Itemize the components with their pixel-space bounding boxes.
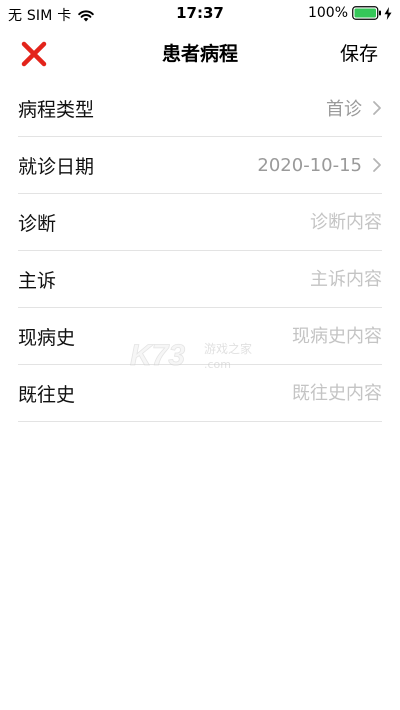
row-diagnosis: 诊断 bbox=[18, 194, 382, 251]
row-label: 既往史 bbox=[18, 383, 76, 406]
chevron-right-icon bbox=[373, 158, 381, 172]
save-button[interactable]: 保存 bbox=[340, 39, 378, 66]
row-present-illness: 现病史 bbox=[18, 308, 382, 365]
row-course-type[interactable]: 病程类型 首诊 bbox=[18, 80, 382, 137]
row-label: 诊断 bbox=[18, 212, 57, 235]
row-label: 就诊日期 bbox=[18, 155, 95, 178]
row-visit-date[interactable]: 就诊日期 2020-10-15 bbox=[18, 137, 382, 194]
status-bar: 无 SIM 卡 17:37 100% bbox=[0, 0, 400, 26]
status-right: 100% bbox=[308, 5, 392, 21]
present-illness-input[interactable] bbox=[202, 325, 382, 347]
battery-icon bbox=[352, 6, 381, 20]
row-chief-complaint: 主诉 bbox=[18, 251, 382, 308]
row-label: 病程类型 bbox=[18, 98, 95, 121]
nav-bar: 患者病程 保存 bbox=[0, 26, 400, 80]
chevron-right-icon bbox=[373, 101, 381, 115]
row-right: 首诊 bbox=[326, 95, 382, 121]
course-type-value: 首诊 bbox=[326, 99, 362, 120]
chief-complaint-input[interactable] bbox=[202, 268, 382, 290]
form-list: 病程类型 首诊 就诊日期 2020-10-15 诊断 主诉 现病史 既往史 bbox=[18, 80, 382, 422]
past-history-input[interactable] bbox=[202, 382, 382, 404]
visit-date-value: 2020-10-15 bbox=[257, 154, 362, 176]
diagnosis-input[interactable] bbox=[202, 211, 382, 233]
row-past-history: 既往史 bbox=[18, 365, 382, 422]
charging-bolt-icon bbox=[384, 6, 392, 20]
row-label: 现病史 bbox=[18, 326, 76, 349]
row-label: 主诉 bbox=[18, 269, 57, 292]
row-right: 2020-10-15 bbox=[257, 155, 382, 176]
battery-percent: 100% bbox=[307, 5, 348, 21]
